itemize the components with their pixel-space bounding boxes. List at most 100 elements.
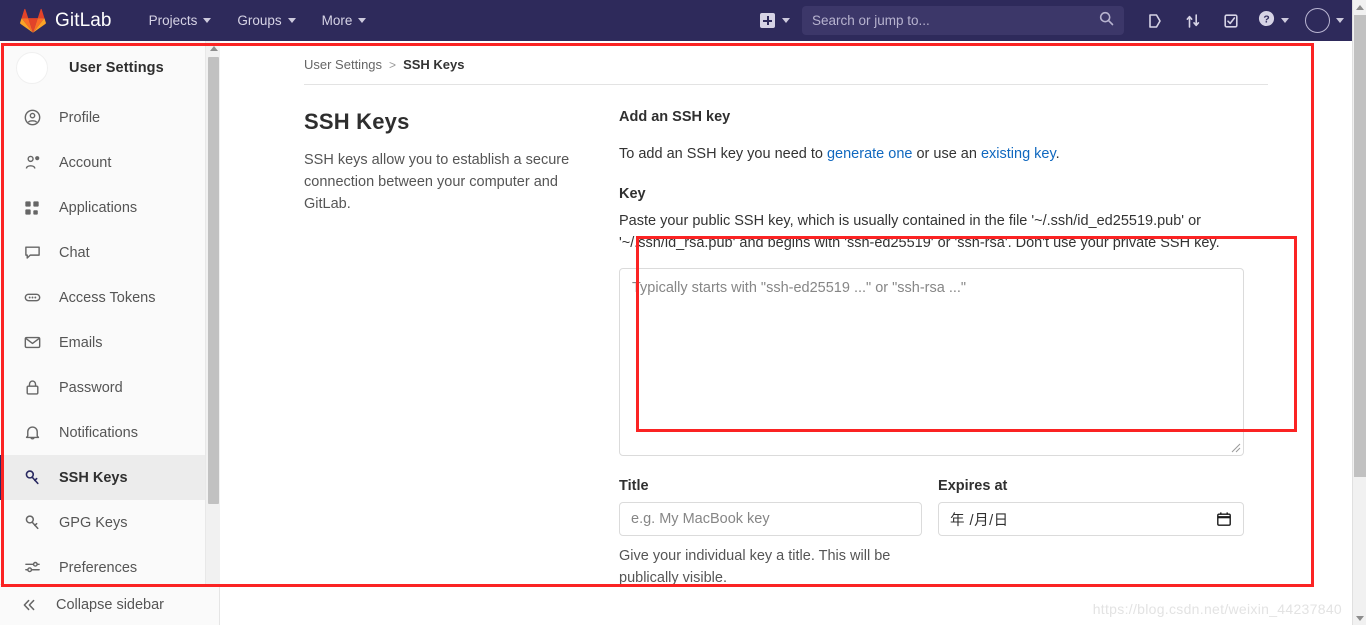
chevron-down-icon xyxy=(358,18,367,23)
chevron-down-icon xyxy=(1281,18,1289,23)
sidebar-scroll-up-button[interactable] xyxy=(206,41,220,55)
scroll-up-button[interactable] xyxy=(1353,0,1366,14)
add-key-intro: To add an SSH key you need to generate o… xyxy=(619,143,1268,165)
gitlab-brand[interactable]: GitLab xyxy=(20,8,112,33)
calendar-icon[interactable] xyxy=(1216,511,1232,527)
triangle-up-icon xyxy=(209,45,218,51)
sidebar-item-profile[interactable]: Profile xyxy=(0,95,220,140)
breadcrumb-separator: > xyxy=(389,57,397,72)
todos-icon[interactable] xyxy=(1212,0,1250,41)
sidebar-item-emails-label: Emails xyxy=(59,334,103,351)
help-menu[interactable]: ? xyxy=(1250,0,1297,41)
sidebar-item-chat-label: Chat xyxy=(59,244,90,261)
sidebar-item-preferences-label: Preferences xyxy=(59,559,138,576)
avatar xyxy=(1305,8,1330,33)
sidebar-item-access-tokens[interactable]: Access Tokens xyxy=(0,275,220,320)
sidebar-item-emails[interactable]: Emails xyxy=(0,320,220,365)
brand-name: GitLab xyxy=(55,9,112,31)
gitlab-tanuki-logo xyxy=(20,8,46,33)
navbar-right: Search or jump to... ? xyxy=(754,0,1352,41)
sidebar-header: User Settings xyxy=(0,41,220,95)
sliders-icon xyxy=(22,558,42,578)
nav-item-more-label: More xyxy=(321,13,353,28)
user-gear-icon xyxy=(22,153,42,173)
nav-item-groups[interactable]: Groups xyxy=(224,0,308,41)
settings-description-column: SSH Keys SSH keys allow you to establish… xyxy=(304,109,604,625)
sidebar-item-profile-label: Profile xyxy=(59,109,101,126)
sidebar-item-chat[interactable]: Chat xyxy=(0,230,220,275)
title-expiry-row: Title Expires at 年 /月/日 xyxy=(619,478,1244,536)
sidebar-item-ssh-keys-label: SSH Keys xyxy=(59,469,128,486)
sidebar-item-notifications[interactable]: Notifications xyxy=(0,410,220,455)
collapse-sidebar-label: Collapse sidebar xyxy=(56,597,165,613)
page-title: SSH Keys xyxy=(304,109,410,134)
nav-item-more[interactable]: More xyxy=(309,0,380,41)
chevron-down-icon xyxy=(1336,18,1344,23)
sidebar-item-account-label: Account xyxy=(59,154,112,171)
new-item-button[interactable] xyxy=(754,13,802,28)
sidebar-item-password[interactable]: Password xyxy=(0,365,220,410)
main-content: User Settings > SSH Keys SSH Keys SSH ke… xyxy=(220,41,1352,625)
breadcrumb-current: SSH Keys xyxy=(403,57,465,72)
sidebar-item-preferences[interactable]: Preferences xyxy=(0,545,220,584)
grid-icon xyxy=(22,198,42,218)
sidebar-item-notifications-label: Notifications xyxy=(59,424,138,441)
section-title: Add an SSH key xyxy=(619,109,731,125)
existing-key-link[interactable]: existing key xyxy=(981,146,1056,162)
search-icon xyxy=(1099,11,1114,31)
intro-suffix: . xyxy=(1055,146,1060,162)
user-menu[interactable] xyxy=(1297,0,1352,41)
nav-item-groups-label: Groups xyxy=(237,13,282,28)
intro-middle: or use an xyxy=(912,146,981,162)
avatar xyxy=(16,52,48,84)
search-input[interactable]: Search or jump to... xyxy=(802,6,1124,35)
breadcrumb: User Settings > SSH Keys xyxy=(220,41,1352,72)
intro-prefix: To add an SSH key you need to xyxy=(619,146,827,162)
expires-field-label: Expires at xyxy=(938,478,1008,494)
collapse-sidebar-button[interactable]: Collapse sidebar xyxy=(0,584,219,625)
triangle-down-icon xyxy=(1355,615,1364,621)
page-scrollbar[interactable] xyxy=(1352,0,1366,625)
plus-square-icon xyxy=(760,13,775,28)
settings-sidebar: User Settings Profile Account Applicatio… xyxy=(0,41,220,625)
envelope-icon xyxy=(22,333,42,353)
key-icon xyxy=(22,513,42,533)
scroll-down-button[interactable] xyxy=(1353,611,1366,625)
speech-bubble-icon xyxy=(22,243,42,263)
sidebar-scroll-area: User Settings Profile Account Applicatio… xyxy=(0,41,220,584)
user-circle-icon xyxy=(22,108,42,128)
sidebar-item-gpg-keys[interactable]: GPG Keys xyxy=(0,500,220,545)
page-scrollbar-thumb[interactable] xyxy=(1354,15,1366,477)
sidebar-item-applications-label: Applications xyxy=(59,199,138,216)
sidebar-item-gpg-keys-label: GPG Keys xyxy=(59,514,128,531)
key-textarea[interactable] xyxy=(619,268,1244,456)
title-field-label: Title xyxy=(619,478,649,494)
watermark: https://blog.csdn.net/weixin_44237840 xyxy=(1092,601,1342,617)
title-field-group: Title xyxy=(619,478,923,536)
issues-icon[interactable] xyxy=(1136,0,1174,41)
expires-date-input[interactable]: 年 /月/日 xyxy=(938,502,1244,536)
sidebar-item-password-label: Password xyxy=(59,379,123,396)
key-field-hint: Paste your public SSH key, which is usua… xyxy=(619,213,1220,251)
sidebar-item-applications[interactable]: Applications xyxy=(0,185,220,230)
sidebar-item-ssh-keys[interactable]: SSH Keys xyxy=(0,455,220,500)
svg-text:?: ? xyxy=(1263,14,1269,25)
double-chevron-left-icon xyxy=(19,595,39,615)
page-description: SSH keys allow you to establish a secure… xyxy=(304,152,570,212)
generate-one-link[interactable]: generate one xyxy=(827,146,912,162)
help-icon: ? xyxy=(1258,10,1275,32)
chevron-down-icon xyxy=(203,18,212,23)
sidebar-item-account[interactable]: Account xyxy=(0,140,220,185)
expires-field-group: Expires at 年 /月/日 xyxy=(938,478,1244,536)
merge-requests-icon[interactable] xyxy=(1174,0,1212,41)
primary-nav: Projects Groups More xyxy=(136,0,380,41)
lock-icon xyxy=(22,378,42,398)
sidebar-scrollbar-thumb[interactable] xyxy=(208,57,219,504)
sidebar-scrollbar[interactable] xyxy=(205,41,220,584)
sidebar-title: User Settings xyxy=(69,60,164,76)
breadcrumb-parent[interactable]: User Settings xyxy=(304,57,382,72)
token-icon xyxy=(22,288,42,308)
title-input[interactable] xyxy=(619,502,923,536)
nav-item-projects[interactable]: Projects xyxy=(136,0,225,41)
key-field-label: Key xyxy=(619,186,646,202)
